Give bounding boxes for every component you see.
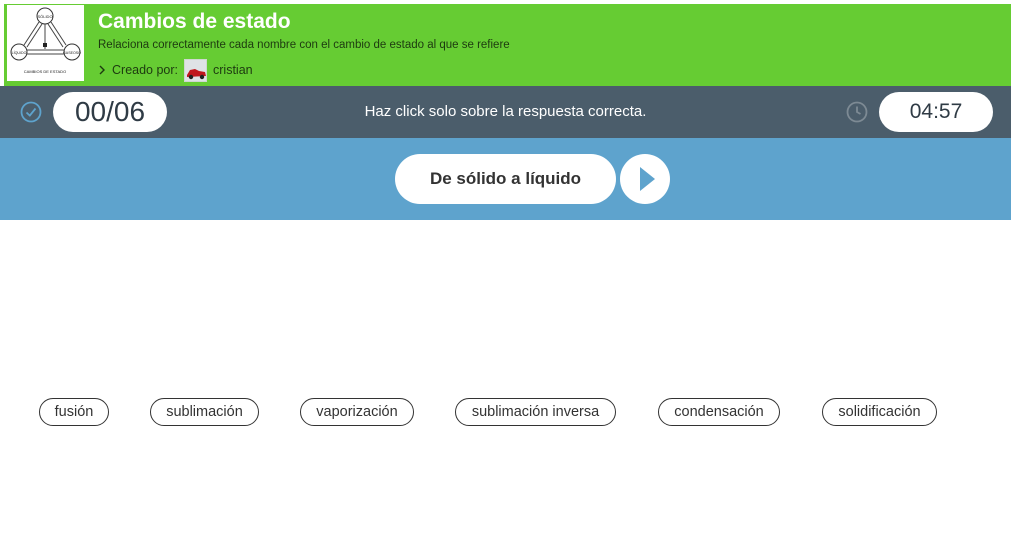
activity-thumbnail: SÓLIDO LÍQUIDO GASEOSO CAMBIOS DE ESTADO (7, 5, 84, 81)
play-audio-button[interactable] (620, 154, 670, 204)
play-icon (640, 167, 655, 191)
thumbnail-label-solid: SÓLIDO (37, 14, 52, 19)
activity-subtitle: Relaciona correctamente cada nombre con … (98, 39, 510, 51)
thumbnail-caption: CAMBIOS DE ESTADO (24, 69, 66, 74)
answer-option[interactable]: sublimación inversa (455, 398, 616, 426)
answer-option[interactable]: solidificación (822, 398, 937, 426)
creator-name[interactable]: cristian (213, 63, 253, 77)
creator-label: Creado por: (112, 63, 179, 77)
activity-header: SÓLIDO LÍQUIDO GASEOSO CAMBIOS DE ESTADO… (4, 4, 1011, 86)
answer-option[interactable]: fusión (39, 398, 109, 426)
activity-title: Cambios de estado (98, 10, 291, 33)
answer-option[interactable]: vaporización (300, 398, 414, 426)
answer-option[interactable]: sublimación (150, 398, 259, 426)
question-bar: De sólido a líquido (0, 138, 1011, 220)
answer-option[interactable]: condensación (658, 398, 780, 426)
creator-avatar[interactable] (184, 58, 208, 82)
question-prompt: De sólido a líquido (395, 154, 616, 204)
thumbnail-label-liquid: LÍQUIDO (12, 51, 27, 55)
status-bar: 00/06 Haz click solo sobre la respuesta … (0, 86, 1011, 138)
clock-icon (846, 101, 868, 123)
chevron-right-icon (99, 65, 105, 75)
countdown-timer: 04:57 (879, 92, 993, 132)
creator-link[interactable]: Creado por: cristian (98, 58, 253, 82)
app-root: SÓLIDO LÍQUIDO GASEOSO CAMBIOS DE ESTADO… (0, 0, 1011, 555)
thumbnail-label-gas: GASEOSO (63, 51, 81, 55)
